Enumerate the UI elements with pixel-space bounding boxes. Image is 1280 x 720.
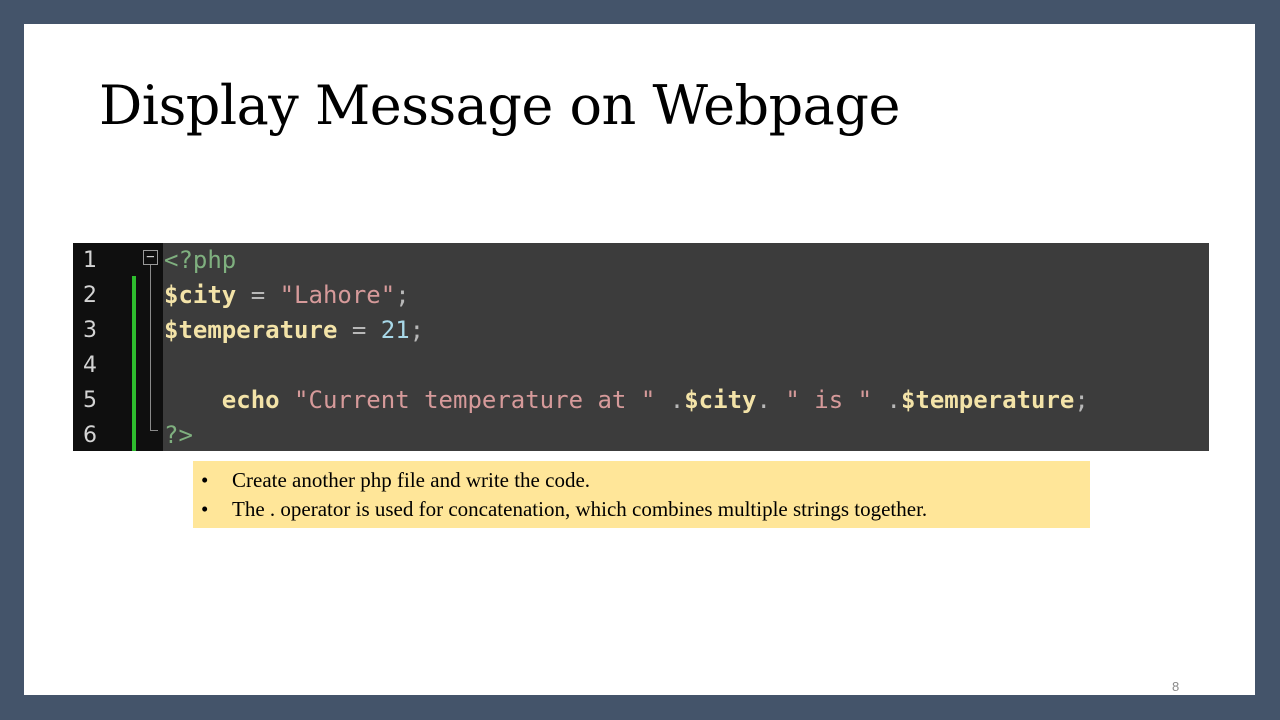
code-token: 21 [380, 316, 410, 344]
bullet-icon: • [201, 497, 209, 521]
line-number: 4 [83, 353, 97, 378]
minus-box-icon[interactable]: − [143, 250, 158, 265]
code-token: $temperature [900, 386, 1075, 414]
note-text: The . operator is used for concatenation… [232, 497, 928, 521]
slide: Display Message on Webpage 1 2 3 4 5 6 −… [24, 24, 1255, 695]
fold-guide-end [150, 430, 158, 431]
code-token: "Current temperature at " [294, 386, 656, 414]
note-text: Create another php file and write the co… [232, 468, 591, 492]
code-token: $city [164, 281, 237, 309]
code-token: ; [1074, 386, 1089, 414]
code-token: echo [221, 386, 280, 414]
code-line: ?> [164, 418, 193, 453]
code-token: . [872, 386, 901, 414]
code-line: $city = "Lahore"; [164, 278, 410, 313]
code-line: echo "Current temperature at " .$city. "… [164, 383, 1089, 418]
line-number: 2 [83, 283, 97, 308]
slide-title: Display Message on Webpage [99, 74, 900, 137]
code-line: $temperature = 21; [164, 313, 424, 348]
code-token: " is " [785, 386, 873, 414]
line-number: 3 [83, 318, 97, 343]
code-token: = [236, 281, 280, 309]
fold-guide-line [150, 265, 151, 430]
code-token: $city [684, 386, 757, 414]
notes-box: • Create another php file and write the … [193, 461, 1090, 528]
code-token: $temperature [164, 316, 338, 344]
code-token: ; [395, 281, 410, 309]
line-number: 6 [83, 423, 97, 448]
bullet-icon: • [201, 468, 209, 492]
line-number: 1 [83, 248, 97, 273]
code-token: <?php [164, 246, 237, 274]
line-number: 5 [83, 388, 97, 413]
code-token: . [756, 386, 786, 414]
change-indicator-bar [132, 276, 136, 451]
code-line: <?php [164, 243, 236, 278]
code-token: . [655, 386, 685, 414]
code-editor: 1 2 3 4 5 6 − <?php $city = "Lahore"; $t… [73, 243, 1209, 451]
code-token: ; [409, 316, 425, 344]
code-token: ?> [164, 421, 193, 449]
page-number: 8 [1172, 679, 1180, 694]
code-token: "Lahore" [279, 281, 396, 309]
code-token: = [337, 316, 381, 344]
